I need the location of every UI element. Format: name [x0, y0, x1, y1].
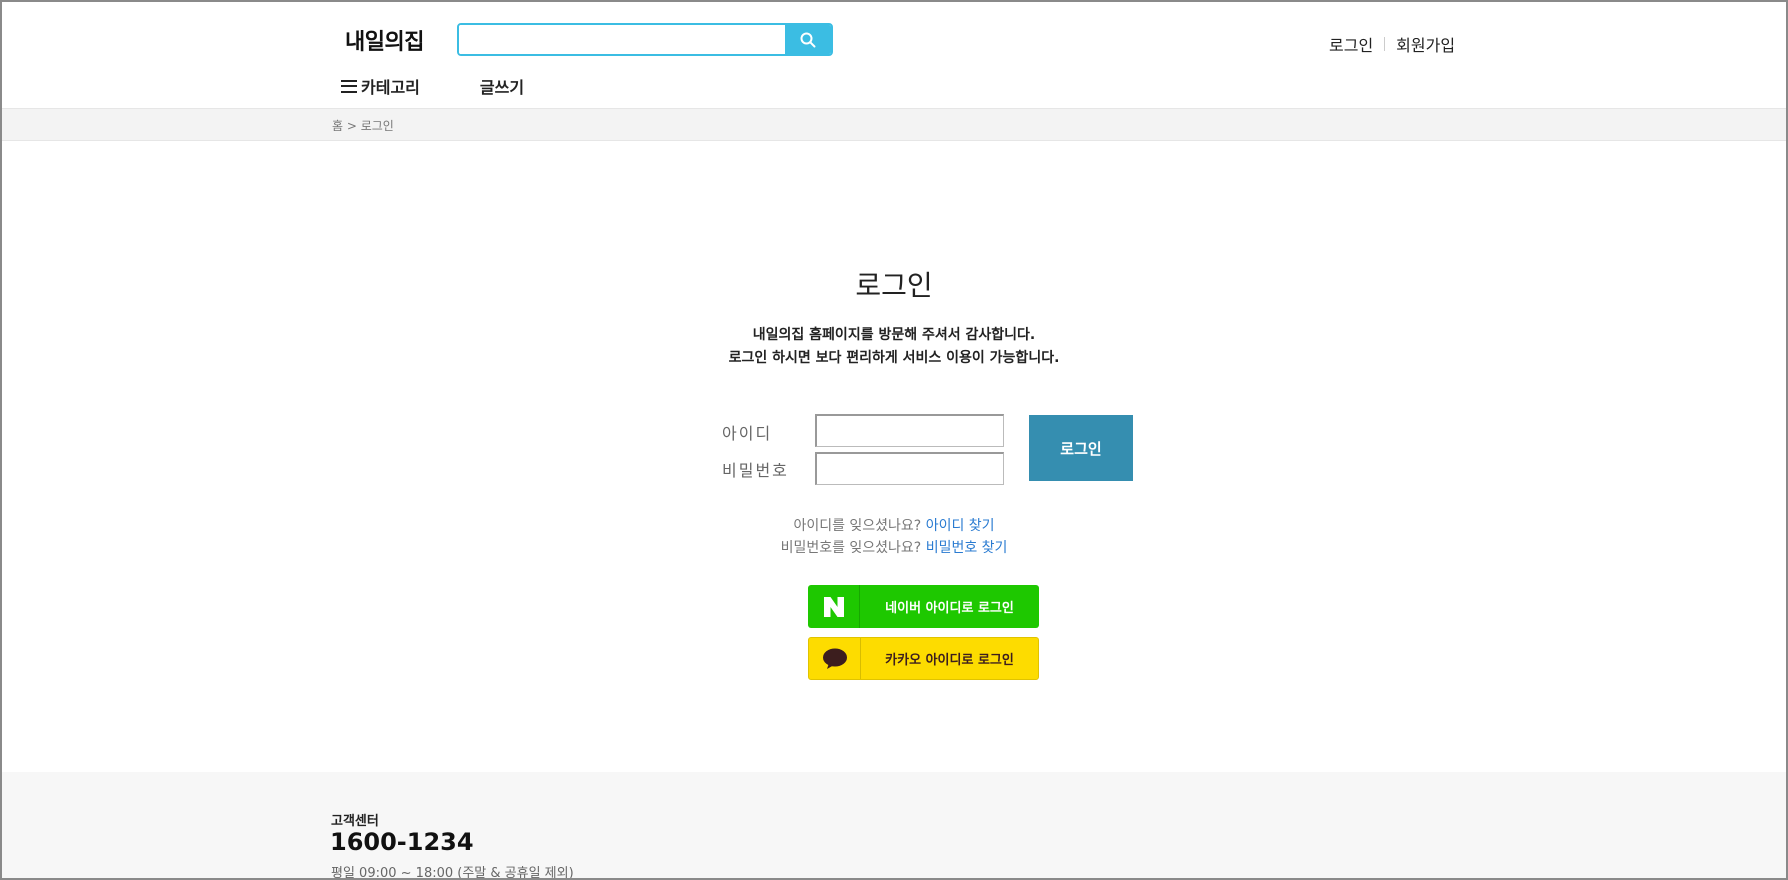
top-links-divider [1384, 37, 1386, 51]
find-id-link[interactable]: 아이디 찾기 [926, 518, 995, 534]
login-desc-line2: 로그인 하시면 보다 편리하게 서비스 이용이 가능합니다. [728, 350, 1060, 366]
login-submit-button[interactable]: 로그인 [1029, 415, 1133, 481]
hamburger-icon [341, 79, 357, 93]
site-footer: 고객센터 1600-1234 평일 09:00 ~ 18:00 (주말 & 공휴… [2, 772, 1786, 880]
search-icon [800, 32, 816, 47]
find-password-line: 비밀번호를 잊으셨나요? 비밀번호 찾기 [2, 537, 1786, 557]
search-input[interactable] [459, 25, 785, 54]
find-id-line: 아이디를 잊으셨나요? 아이디 찾기 [2, 515, 1786, 535]
nav-category-label: 카테고리 [361, 78, 420, 97]
naver-logo-icon [808, 585, 860, 628]
main-nav: 카테고리 글쓰기 [341, 74, 524, 98]
naver-login-button[interactable]: 네이버 아이디로 로그인 [808, 585, 1039, 628]
search-button[interactable] [785, 25, 831, 54]
kakao-login-button[interactable]: 카카오 아이디로 로그인 [808, 637, 1039, 680]
login-link[interactable]: 로그인 [1329, 32, 1373, 56]
breadcrumb-bar: 홈 > 로그인 [2, 108, 1786, 141]
id-label: 아이디 [722, 424, 773, 443]
kakao-speech-bubble-icon [809, 638, 861, 679]
password-field[interactable] [815, 452, 1004, 485]
customer-center-hours: 평일 09:00 ~ 18:00 (주말 & 공휴일 제외) [331, 866, 574, 880]
id-field[interactable] [815, 414, 1004, 447]
site-header: 내일의집 로그인 회원가입 카테고리 글쓰기 [2, 2, 1786, 108]
find-id-prompt: 아이디를 잊으셨나요? [793, 518, 922, 534]
customer-center-phone: 1600-1234 [330, 828, 474, 856]
nav-category[interactable]: 카테고리 [341, 74, 420, 98]
naver-login-label: 네이버 아이디로 로그인 [885, 601, 1014, 616]
customer-center-label: 고객센터 [331, 814, 379, 829]
login-desc-line1: 내일의집 홈페이지를 방문해 주셔서 감사합니다. [752, 327, 1036, 343]
find-password-link[interactable]: 비밀번호 찾기 [926, 540, 1008, 556]
signup-link[interactable]: 회원가입 [1396, 32, 1455, 56]
breadcrumb: 홈 > 로그인 [332, 119, 394, 133]
kakao-login-label: 카카오 아이디로 로그인 [885, 653, 1014, 668]
page-frame: 내일의집 로그인 회원가입 카테고리 글쓰기 홈 > 로그인 로그인 내일의집 … [0, 0, 1788, 880]
find-password-prompt: 비밀번호를 잊으셨나요? [780, 540, 922, 556]
search-box [457, 23, 833, 56]
nav-write[interactable]: 글쓰기 [480, 74, 524, 98]
page-title: 로그인 [855, 269, 933, 302]
site-logo[interactable]: 내일의집 [345, 24, 424, 56]
top-links: 로그인 회원가입 [1329, 32, 1455, 56]
nav-write-label: 글쓰기 [479, 78, 525, 97]
password-label: 비밀번호 [722, 461, 789, 480]
login-description: 내일의집 홈페이지를 방문해 주셔서 감사합니다. 로그인 하시면 보다 편리하… [2, 324, 1786, 370]
